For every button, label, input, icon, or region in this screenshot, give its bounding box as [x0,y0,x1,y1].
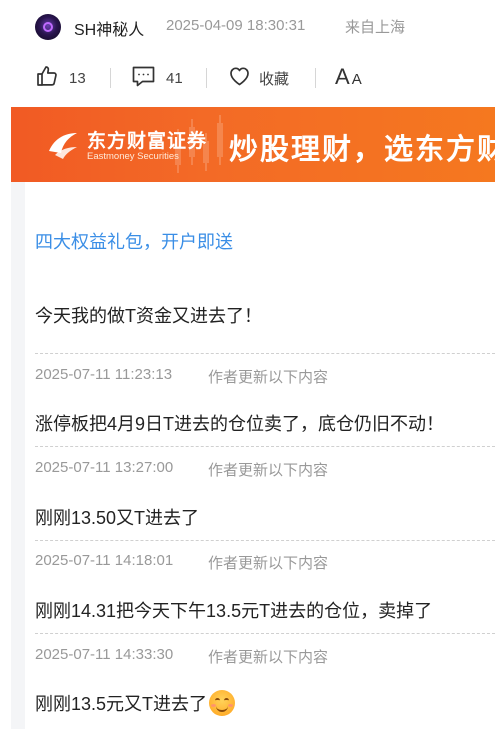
comment-count: 41 [166,69,183,87]
divider [315,68,316,88]
promo-link[interactable]: 四大权益礼包，开户即送 [35,228,233,254]
favorite-label: 收藏 [259,70,290,88]
comment-button[interactable]: 41 [131,56,183,100]
update-text: 刚刚14.31把今天下午13.5元T进去的仓位，卖掉了 [35,601,433,621]
post-page: SH神秘人 2025-04-09 18:30:31 来自上海 13 41 收藏 … [0,0,495,729]
update-divider [35,353,495,354]
like-button[interactable]: 13 [35,56,86,100]
update-text: 刚刚13.50又T进去了 [35,508,200,528]
banner-slogan: 炒股理财，选东方财 [229,134,495,166]
update-divider [35,633,495,634]
smiling-face-emoji-icon [209,690,236,717]
divider [110,68,111,88]
eastmoney-logo-icon [49,133,77,159]
font-size-toggle[interactable]: AA [335,64,362,90]
update-note: 作者更新以下内容 [208,649,329,666]
thumbs-up-icon [35,64,59,93]
update-text: 刚刚13.5元又T进去了 [35,694,208,714]
heart-icon [227,64,252,93]
avatar[interactable] [35,14,61,40]
comment-icon [131,64,156,93]
divider [206,68,207,88]
update-timestamp: 2025-07-11 13:27:00 [35,459,174,476]
ad-banner[interactable]: 东方财富证券 Eastmoney Securities 炒股理财，选东方财 [11,107,495,182]
update-divider [35,446,495,447]
update-timestamp: 2025-07-11 14:33:30 [35,646,174,663]
font-large-letter: A [335,64,350,89]
post-location: 来自上海 [345,19,406,36]
update-text: 涨停板把4月9日T进去的仓位卖了，底仓仍旧不动！ [35,414,445,434]
update-text-row: 刚刚13.5元又T进去了 [35,690,236,718]
update-note: 作者更新以下内容 [208,369,329,386]
update-timestamp: 2025-07-11 14:18:01 [35,552,174,569]
banner-brand-en: Eastmoney Securities [87,151,179,162]
post-header: SH神秘人 2025-04-09 18:30:31 来自上海 [0,0,495,52]
action-bar: 13 41 收藏 AA [0,56,495,100]
author-name[interactable]: SH神秘人 [74,16,144,40]
update-note: 作者更新以下内容 [208,462,329,479]
update-divider [35,540,495,541]
update-timestamp: 2025-07-11 11:23:13 [35,366,173,383]
post-timestamp: 2025-04-09 18:30:31 [166,17,306,34]
banner-brand: 东方财富证券 [87,131,208,152]
left-rail [11,182,25,729]
like-count: 13 [69,69,86,87]
post-intro-text: 今天我的做T资金又进去了！ [35,306,262,326]
font-small-letter: A [351,71,362,88]
favorite-button[interactable]: 收藏 [227,56,289,100]
update-note: 作者更新以下内容 [208,555,329,572]
